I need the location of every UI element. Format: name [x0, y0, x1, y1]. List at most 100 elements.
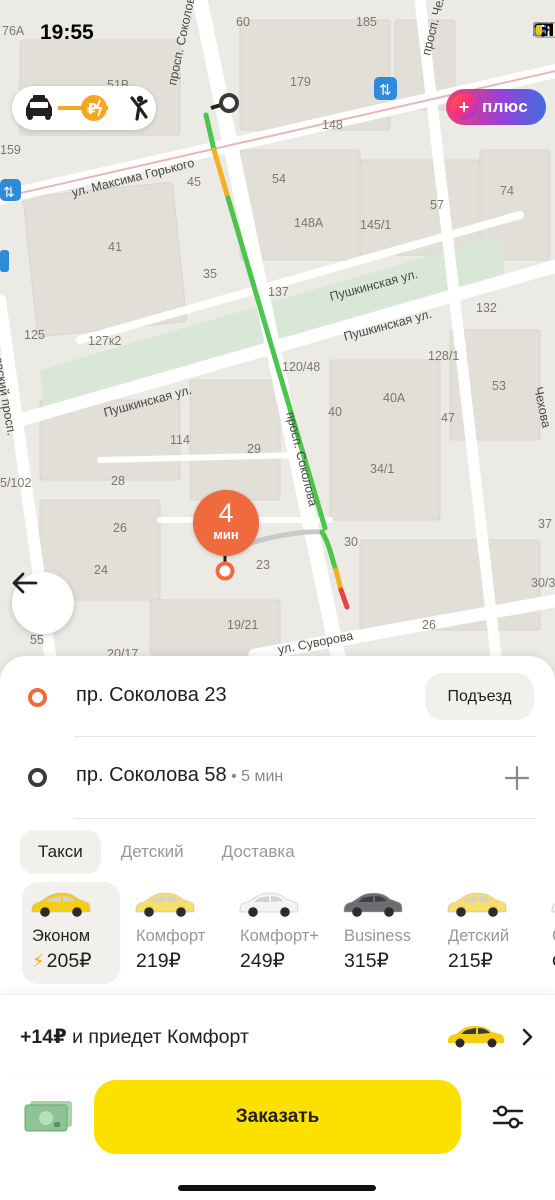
pickup-eta-pin: 4 мин — [193, 490, 259, 556]
surge-bolt-icon: ⚡ — [32, 951, 45, 971]
tariff-price-value: 249₽ — [240, 950, 285, 972]
building-number: 34/1 — [370, 462, 395, 476]
destination-dot-icon — [28, 768, 47, 787]
tariff-price: 219₽ — [136, 949, 181, 973]
status-time: 19:55 — [40, 21, 94, 44]
transport-mode-chip[interactable]: ₽ — [12, 86, 156, 130]
plus-subscription-button[interactable]: + плюс — [446, 89, 546, 125]
building-number: 40 — [328, 405, 342, 419]
svg-text:₽: ₽ — [87, 100, 97, 118]
tariff-car-icon — [31, 892, 91, 917]
building-number: 45 — [187, 175, 201, 189]
upsell-banner[interactable]: +14₽ и приедет Комфорт — [0, 994, 555, 1078]
cash-payment-icon[interactable] — [24, 1100, 74, 1132]
tariff-card[interactable]: Детский 215₽ — [438, 882, 536, 984]
chevron-right-icon — [522, 1028, 533, 1046]
tariff-name: Комфорт — [136, 927, 206, 945]
building-number: 128/1 — [428, 349, 460, 363]
order-sheet: пр. Соколова 23 Подъезд пр. Соколова 58 … — [0, 656, 555, 1200]
tariff-name: Комфорт+ — [240, 927, 319, 945]
plus-logo-icon: + — [451, 94, 477, 120]
tariff-price-value: 219₽ — [136, 950, 181, 972]
tariff-card[interactable]: Business 315₽ — [334, 882, 432, 984]
tariff-name: Эконом — [32, 927, 91, 945]
building-number: 125 — [24, 328, 45, 342]
eta-value: 4 — [218, 498, 234, 528]
building-number: 179 — [290, 75, 311, 89]
building-number: 57 — [430, 198, 444, 212]
tariff-card[interactable]: Комфорт+ 249₽ — [230, 882, 328, 984]
tariff-card[interactable]: Сс — [542, 882, 555, 984]
tab-kids[interactable]: Детский — [103, 830, 202, 874]
building-number: 28 — [111, 474, 125, 488]
taxi-to-walk-icon: ₽ — [26, 95, 148, 121]
entrance-button[interactable]: Подъезд — [425, 673, 534, 720]
plus-label: плюс — [482, 97, 529, 116]
building-number: 145/1 — [360, 218, 392, 232]
building-number: 19/21 — [227, 618, 259, 632]
back-button[interactable] — [12, 572, 74, 634]
tariff-carousel: Эконом ⚡ 205₽ Комфорт 219₽ Комфорт+ 249₽ Busine… — [22, 882, 555, 984]
building-number: 24 — [94, 563, 108, 577]
status-bar: 19:55 — [0, 0, 555, 60]
tariff-name: Business — [344, 927, 411, 945]
destination-eta: • 5 мин — [226, 768, 284, 785]
destination-address-row[interactable]: пр. Соколова 58 • 5 мин — [0, 738, 555, 818]
tariff-price: 215₽ — [448, 949, 493, 973]
tariff-price: 315₽ — [344, 949, 389, 973]
pickup-address: пр. Соколова 23 — [76, 684, 227, 706]
building-number: 26 — [113, 521, 127, 535]
divider — [74, 818, 535, 819]
upsell-amount: +14₽ — [20, 1026, 67, 1048]
building-number: 37 — [538, 517, 552, 531]
tariff-card[interactable]: Эконом ⚡ 205₽ — [22, 882, 120, 984]
building-number: 159 — [0, 143, 21, 157]
tariff-car-icon — [239, 892, 299, 917]
tariff-car-icon — [447, 892, 507, 917]
building-number: 30 — [344, 535, 358, 549]
building-number: 53 — [492, 379, 506, 393]
tariff-price: 249₽ — [240, 949, 285, 973]
tariff-price-value: 315₽ — [344, 950, 389, 972]
building-number: 137 — [268, 285, 289, 299]
tariff-card[interactable]: Комфорт 219₽ — [126, 882, 224, 984]
eta-unit: мин — [213, 527, 239, 542]
building-number: 74 — [500, 184, 514, 198]
service-tabs: Такси Детский Доставка — [20, 830, 315, 874]
arrow-left-icon — [12, 572, 38, 594]
tariff-price-value: 205₽ — [46, 950, 92, 972]
order-settings-icon[interactable] — [490, 1102, 526, 1132]
building-number: 26 — [422, 618, 436, 632]
building-number: 114 — [170, 433, 190, 447]
building-number: 148А — [294, 216, 324, 230]
building-number: 148 — [322, 118, 343, 132]
order-row: Заказать — [0, 1080, 555, 1200]
map-view[interactable]: ⇅ ⇅ 76А 60 185 51В 179 159 148 45 54 74 … — [0, 0, 555, 690]
tariff-car-icon — [343, 892, 403, 917]
tariff-car-icon — [551, 903, 555, 913]
building-number: 120/48 — [282, 360, 321, 374]
building-number: 40А — [383, 391, 406, 405]
building-number: 54 — [272, 172, 286, 186]
order-button[interactable]: Заказать — [94, 1080, 461, 1154]
battery-icon — [533, 22, 555, 38]
pickup-address-row[interactable]: пр. Соколова 23 Подъезд — [0, 656, 555, 736]
upsell-message: и приедет Комфорт — [66, 1026, 249, 1048]
building-number: 55 — [30, 633, 44, 647]
add-stop-icon[interactable] — [505, 766, 529, 790]
building-number: 30/3 — [531, 576, 555, 590]
tab-delivery[interactable]: Доставка — [204, 830, 313, 874]
comfort-car-icon — [448, 1026, 504, 1048]
building-number: 132 — [476, 301, 497, 315]
tariff-price-value: 215₽ — [448, 950, 493, 972]
pickup-dot-icon — [28, 688, 47, 707]
svg-text:⇅: ⇅ — [379, 81, 392, 99]
divider — [74, 736, 535, 737]
tariff-car-icon — [135, 892, 195, 917]
building-number: 47 — [441, 411, 455, 425]
building-number: 35 — [203, 267, 217, 281]
building-number: 127к2 — [88, 334, 122, 348]
building-number: 23 — [256, 558, 270, 572]
tariff-price: ⚡ 205₽ — [32, 949, 92, 973]
tab-taxi[interactable]: Такси — [20, 830, 101, 874]
